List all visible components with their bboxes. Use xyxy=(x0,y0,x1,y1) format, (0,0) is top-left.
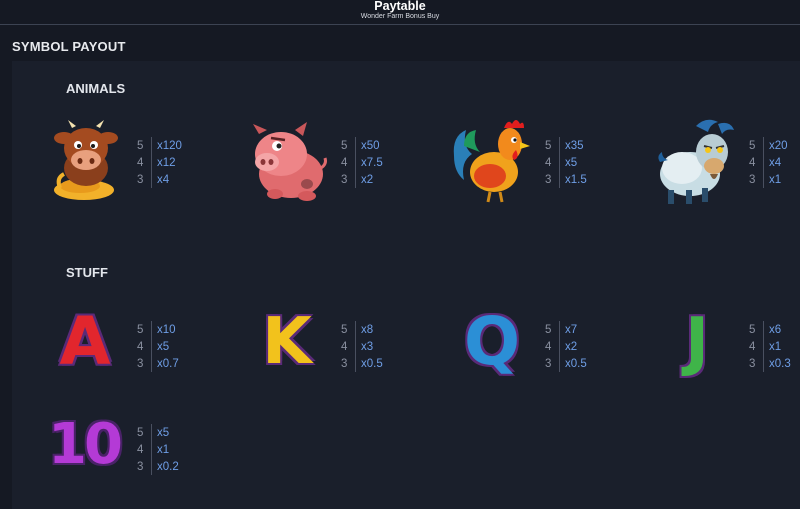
match-count: 3 xyxy=(545,357,552,370)
payout-value: x0.2 xyxy=(157,460,179,473)
match-count: 4 xyxy=(137,443,144,456)
payout-table-pig: 5 x50 4 x7.5 3 x2 xyxy=(341,137,401,188)
match-count: 4 xyxy=(545,340,552,353)
payout-value: x1 xyxy=(769,340,782,353)
match-count: 5 xyxy=(545,323,552,336)
payout-table-ten: 5 x5 4 x1 3 x0.2 xyxy=(137,424,197,475)
payout-value: x0.5 xyxy=(565,357,587,370)
group-label-stuff: STUFF xyxy=(66,265,108,280)
match-count: 5 xyxy=(137,139,144,152)
match-count: 4 xyxy=(545,156,552,169)
payout-value: x120 xyxy=(157,139,182,152)
page-subtitle: Wonder Farm Bonus Buy xyxy=(360,13,440,20)
payout-value: x0.5 xyxy=(361,357,383,370)
payout-value: x1 xyxy=(157,443,170,456)
match-count: 3 xyxy=(341,173,348,186)
match-count: 5 xyxy=(137,426,144,439)
match-count: 3 xyxy=(137,357,144,370)
letter-q-icon: Q xyxy=(463,303,521,380)
payout-value: x35 xyxy=(565,139,584,152)
payout-value: x12 xyxy=(157,156,176,169)
match-count: 5 xyxy=(545,139,552,152)
payout-value: x7.5 xyxy=(361,156,383,169)
match-count: 5 xyxy=(749,323,756,336)
match-count: 3 xyxy=(137,460,144,473)
payout-value: x10 xyxy=(157,323,176,336)
cow-icon xyxy=(54,120,118,200)
match-count: 3 xyxy=(749,173,756,186)
payout-table-rooster: 5 x35 4 x5 3 x1.5 xyxy=(545,137,605,188)
match-count: 5 xyxy=(341,139,348,152)
payout-value: x1.5 xyxy=(565,173,587,186)
section-title: SYMBOL PAYOUT xyxy=(12,39,126,54)
payout-value: x5 xyxy=(565,156,578,169)
pig-icon xyxy=(253,122,327,201)
page-title: Paytable xyxy=(374,0,426,13)
match-count: 4 xyxy=(341,156,348,169)
payout-value: x50 xyxy=(361,139,380,152)
match-count: 3 xyxy=(545,173,552,186)
payout-table-goat: 5 x20 4 x4 3 x1 xyxy=(749,137,800,188)
group-label-animals: ANIMALS xyxy=(66,81,126,96)
match-count: 5 xyxy=(749,139,756,152)
paytable-header: Paytable Wonder Farm Bonus Buy xyxy=(0,0,800,25)
payout-value: x20 xyxy=(769,139,788,152)
payout-value: x2 xyxy=(565,340,578,353)
payout-table-cow: 5 x120 4 x12 3 x4 xyxy=(137,137,197,188)
payout-value: x4 xyxy=(769,156,782,169)
payout-value: x8 xyxy=(361,323,374,336)
payout-value: x1 xyxy=(769,173,782,186)
payout-value: x4 xyxy=(157,173,170,186)
payout-value: x0.3 xyxy=(769,357,791,370)
payout-value: x5 xyxy=(157,426,170,439)
payout-table-k: 5 x8 4 x3 3 x0.5 xyxy=(341,321,401,372)
payout-value: x5 xyxy=(157,340,170,353)
match-count: 3 xyxy=(137,173,144,186)
payout-value: x3 xyxy=(361,340,374,353)
match-count: 4 xyxy=(749,156,756,169)
payout-value: x7 xyxy=(565,323,578,336)
number-ten-icon: 10 xyxy=(48,412,123,477)
letter-j-icon: J xyxy=(685,305,709,379)
payout-value: x2 xyxy=(361,173,374,186)
payout-value: x0.7 xyxy=(157,357,179,370)
match-count: 4 xyxy=(341,340,348,353)
letter-a-icon: A xyxy=(59,303,111,380)
match-count: 5 xyxy=(137,323,144,336)
match-count: 4 xyxy=(749,340,756,353)
goat-icon xyxy=(658,119,734,204)
match-count: 4 xyxy=(137,340,144,353)
letter-k-icon: K xyxy=(262,305,312,379)
payout-table-a: 5 x10 4 x5 3 x0.7 xyxy=(137,321,197,372)
payout-table-q: 5 x7 4 x2 3 x0.5 xyxy=(545,321,605,372)
rooster-icon xyxy=(453,120,530,203)
match-count: 3 xyxy=(341,357,348,370)
payout-table-j: 5 x6 4 x1 3 x0.3 xyxy=(749,321,800,372)
match-count: 3 xyxy=(749,357,756,370)
match-count: 5 xyxy=(341,323,348,336)
match-count: 4 xyxy=(137,156,144,169)
payout-value: x6 xyxy=(769,323,782,336)
